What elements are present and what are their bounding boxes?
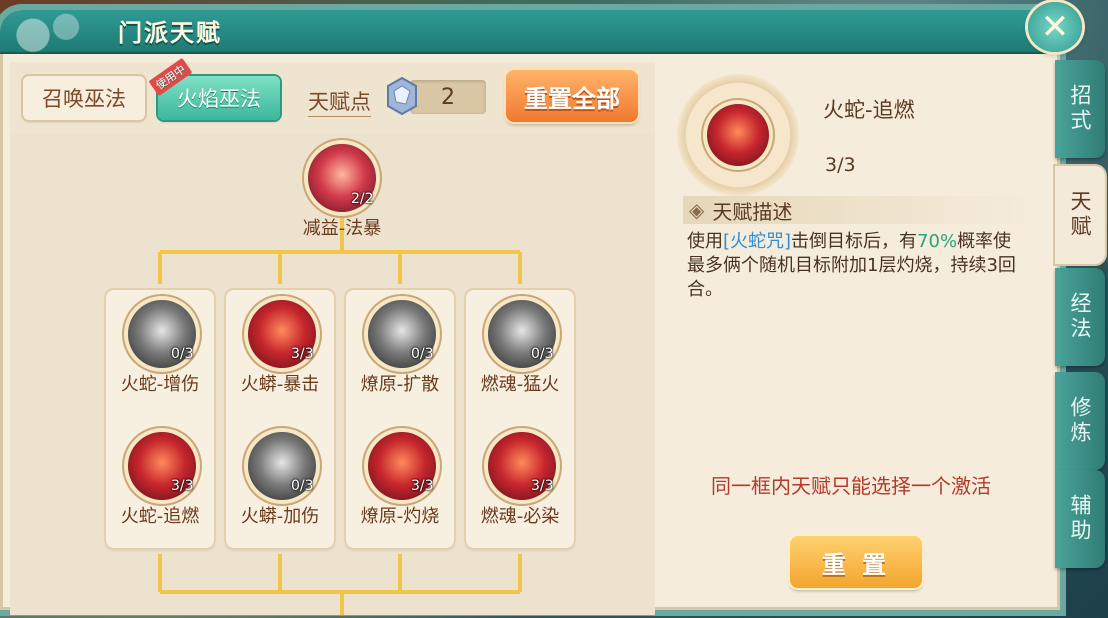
talent-node-name: 减益-法暴 <box>302 218 382 239</box>
school-tab-label: 火焰巫法 <box>177 87 261 111</box>
talent-node-name: 火蛇-追燃 <box>120 506 200 527</box>
talent-node-count: 3/3 <box>531 478 554 494</box>
side-tab-scripture[interactable]: 经法 <box>1055 268 1105 366</box>
reset-button[interactable]: 重 置 <box>790 536 922 588</box>
talent-node-count: 0/3 <box>411 346 434 362</box>
side-tab-talent[interactable]: 天赋 <box>1055 166 1105 264</box>
page-title: 门派天赋 <box>118 19 222 47</box>
talent-node-name: 燎原-扩散 <box>360 374 440 395</box>
talent-node-count: 3/3 <box>411 478 434 494</box>
talent-node-count: 0/3 <box>171 346 194 362</box>
talent-node-name: 燃魂-猛火 <box>480 374 560 395</box>
talent-panel: 门派天赋 召唤巫法 使用中 火焰巫法 天赋点 2 重置全部 2/2 减益-法暴 … <box>0 10 1060 615</box>
chance-value: 70% <box>917 231 958 252</box>
close-icon[interactable]: ✕ <box>1028 2 1082 52</box>
selected-talent-count: 3/3 <box>825 154 856 176</box>
cloud-decoration <box>0 10 110 52</box>
desc-text: 使用 <box>687 231 723 252</box>
talent-node-name: 火蟒-加伤 <box>240 506 320 527</box>
side-tab-moves[interactable]: 招式 <box>1055 60 1105 158</box>
school-tab-fire[interactable]: 使用中 火焰巫法 <box>148 57 280 120</box>
selected-talent-icon <box>707 104 769 166</box>
desc-text: 击倒目标后，有 <box>791 231 918 252</box>
description-header: ◈ 天赋描述 <box>683 196 1035 224</box>
reset-all-button[interactable]: 重置全部 <box>506 70 638 122</box>
talent-node-count: 3/3 <box>291 346 314 362</box>
tree-toolbar: 召唤巫法 使用中 火焰巫法 天赋点 2 重置全部 <box>10 57 655 135</box>
selected-talent-name: 火蛇-追燃 <box>823 98 915 122</box>
talent-node-name: 火蟒-暴击 <box>240 374 320 395</box>
skill-link: [火蛇咒] <box>723 231 792 252</box>
talent-node-count: 2/2 <box>351 191 374 207</box>
talent-node-name: 火蛇-增伤 <box>120 374 200 395</box>
talent-crystal-icon <box>387 76 417 116</box>
talent-node-name: 燎原-灼烧 <box>360 506 440 527</box>
talent-points-label: 天赋点 <box>308 86 371 117</box>
talent-node-count: 3/3 <box>171 478 194 494</box>
talent-node-count: 0/3 <box>291 478 314 494</box>
talent-detail-panel: 火蛇-追燃 3/3 ◈ 天赋描述 使用[火蛇咒]击倒目标后，有70%概率使最多俩… <box>665 62 1060 615</box>
talent-node-name: 燃魂-必染 <box>480 506 560 527</box>
school-tab-label: 召唤巫法 <box>42 87 126 111</box>
talent-tree-area: 召唤巫法 使用中 火焰巫法 天赋点 2 重置全部 2/2 减益-法暴 0/3 火… <box>10 57 655 615</box>
talent-description: 使用[火蛇咒]击倒目标后，有70%概率使最多俩个随机目标附加1层灼烧，持续3回合… <box>687 230 1017 302</box>
talent-tree: 2/2 减益-法暴 0/3 火蛇-增伤 3/3 火蛇-追燃 3/3 火蟒-暴击 … <box>10 134 655 615</box>
side-tab-cultivation[interactable]: 修炼 <box>1055 372 1105 470</box>
talent-node-count: 0/3 <box>531 346 554 362</box>
title-bar: 门派天赋 <box>0 10 1060 52</box>
side-tab-assist[interactable]: 辅助 <box>1055 470 1105 568</box>
activation-rule-note: 同一框内天赋只能选择一个激活 <box>711 474 991 498</box>
school-tab-summon[interactable]: 召唤巫法 <box>23 76 145 120</box>
diamond-icon: ◈ <box>689 198 705 222</box>
description-title: 天赋描述 <box>712 199 793 224</box>
